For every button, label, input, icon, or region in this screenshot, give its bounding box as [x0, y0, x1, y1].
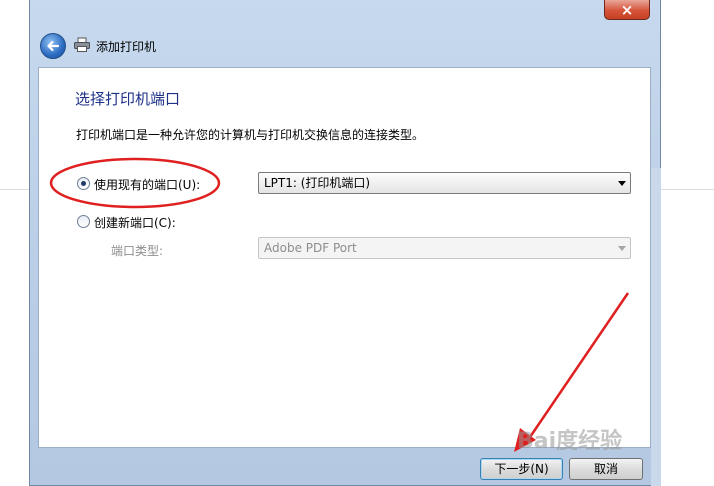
new-port-radio[interactable]: [77, 215, 90, 228]
port-type-label: 端口类型:: [111, 244, 164, 258]
next-button[interactable]: 下一步(N): [480, 458, 563, 480]
existing-port-value: LPT1: (打印机端口): [264, 176, 371, 190]
watermark: Bai度经验: [517, 429, 623, 454]
cancel-button[interactable]: 取消: [569, 458, 643, 480]
port-type-value: Adobe PDF Port: [264, 241, 357, 255]
annotation-ellipse: [49, 157, 221, 209]
window-frame-edge: [651, 168, 661, 486]
printer-icon: [74, 37, 90, 52]
new-port-label[interactable]: 创建新端口(C):: [94, 214, 176, 231]
window-title: 添加打印机: [96, 40, 157, 54]
back-button[interactable]: [40, 33, 66, 59]
close-icon: ×: [620, 0, 634, 19]
page-description: 打印机端口是一种允许您的计算机与打印机交换信息的连接类型。: [76, 128, 425, 142]
existing-port-dropdown[interactable]: LPT1: (打印机端口): [258, 172, 631, 194]
dropdown-arrow-icon: [618, 246, 626, 251]
back-arrow-icon: [47, 40, 60, 52]
close-button[interactable]: ×: [604, 0, 650, 20]
port-type-dropdown[interactable]: Adobe PDF Port: [258, 237, 631, 259]
dropdown-arrow-icon: [618, 181, 626, 186]
page-heading: 选择打印机端口: [75, 90, 181, 108]
